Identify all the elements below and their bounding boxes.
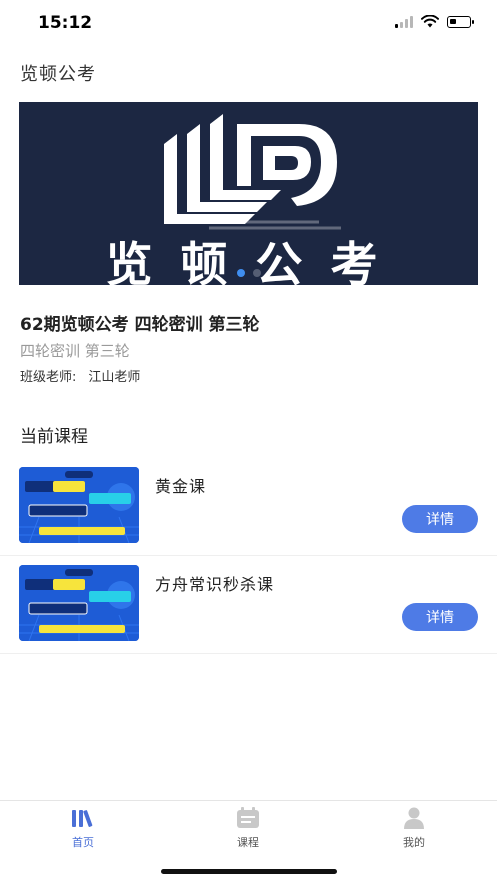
tab-mine[interactable]: 我的 — [374, 807, 454, 850]
status-time: 15:12 — [38, 13, 93, 33]
lesson-name: 方舟常识秒杀课 — [155, 575, 275, 594]
home-indicator — [161, 869, 337, 874]
battery-icon — [447, 15, 474, 28]
tab-label: 课程 — [237, 836, 259, 849]
detail-button[interactable]: 详情 — [402, 603, 478, 631]
teacher-label: 班级老师: — [20, 370, 77, 385]
list-item[interactable]: 黄金课 详情 — [0, 459, 497, 556]
course-banner[interactable]: 览顿公考 — [19, 102, 478, 285]
teacher-name: 江山老师 — [88, 370, 141, 385]
detail-button[interactable]: 详情 — [402, 505, 478, 533]
books-icon — [72, 810, 93, 827]
status-icons — [395, 15, 474, 28]
lesson-thumbnail — [19, 565, 139, 641]
lesson-name: 黄金课 — [155, 477, 207, 496]
lesson-poster-image — [19, 565, 139, 641]
banner-pagination — [236, 269, 261, 277]
person-icon — [404, 807, 424, 829]
lesson-poster-image — [19, 467, 139, 543]
banner-dot-active[interactable] — [236, 269, 245, 277]
page-title: 览顿公考 — [20, 64, 96, 85]
section-title: 当前课程 — [20, 427, 88, 447]
lesson-thumbnail — [19, 467, 139, 543]
course-subtitle: 四轮密训 第三轮 — [20, 342, 130, 360]
wifi-icon — [421, 15, 439, 28]
teacher-row: 班级老师: 江山老师 — [20, 366, 140, 385]
list-item[interactable]: 方舟常识秒杀课 详情 — [0, 557, 497, 654]
status-bar: 15:12 — [0, 0, 497, 48]
signal-icon — [395, 15, 413, 28]
banner-dot[interactable] — [252, 269, 261, 277]
tab-label: 我的 — [403, 836, 425, 849]
tab-courses[interactable]: 课程 — [208, 807, 288, 850]
course-title: 62期览顿公考 四轮密训 第三轮 — [20, 315, 260, 335]
tab-label: 首页 — [72, 836, 94, 849]
tab-home[interactable]: 首页 — [43, 807, 123, 850]
calendar-icon — [237, 807, 259, 828]
